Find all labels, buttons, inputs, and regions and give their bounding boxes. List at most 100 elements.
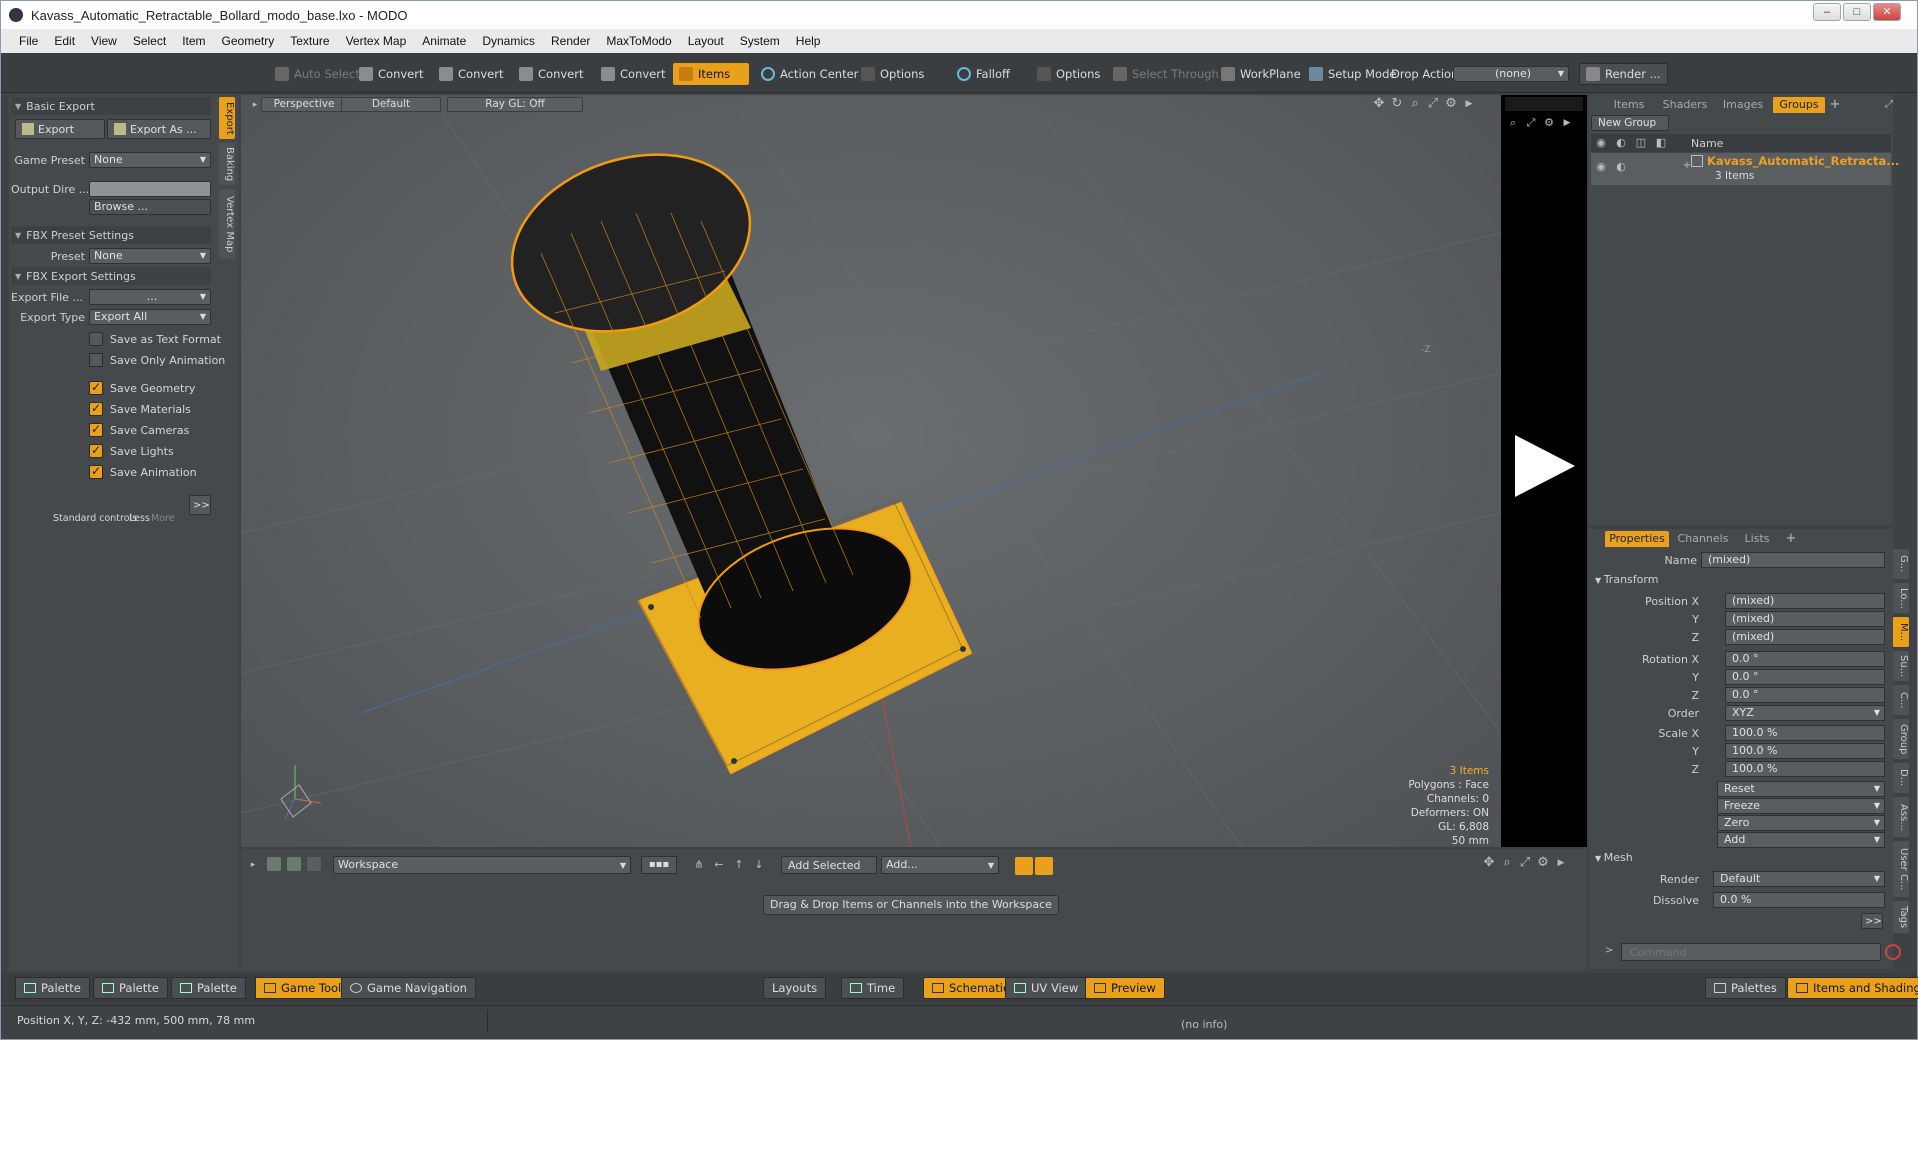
save-geometry-checkbox[interactable] xyxy=(89,380,103,395)
save-text-checkbox[interactable] xyxy=(89,332,103,346)
record-macro-icon[interactable] xyxy=(1885,944,1901,960)
expand-props-button[interactable]: >> xyxy=(1861,913,1883,929)
preset-dropdown[interactable]: None ▼ xyxy=(89,248,211,264)
tab-shaders[interactable]: Shaders xyxy=(1657,97,1713,113)
3d-viewport[interactable]: ▸ Perspective Default Ray GL: Off ✥ ↻ ⌕ … xyxy=(241,95,1501,847)
mesh-header[interactable]: ▼ Mesh xyxy=(1595,851,1633,864)
render-dropdown[interactable]: Default ▼ xyxy=(1713,871,1885,887)
tab-images[interactable]: Images xyxy=(1717,97,1769,113)
convert-button-2[interactable]: Convert xyxy=(433,63,509,85)
save-materials-checkbox[interactable] xyxy=(89,401,103,416)
side-tab-tags[interactable]: Tags xyxy=(1893,901,1909,933)
items-mode-button[interactable]: Items xyxy=(673,63,749,85)
side-tab-lo[interactable]: Lo... xyxy=(1893,583,1909,613)
render-toggle-icon[interactable]: ◐ xyxy=(1613,135,1629,151)
expand-controls-button[interactable]: >> xyxy=(189,495,211,515)
save-cameras-checkbox[interactable] xyxy=(89,422,103,437)
side-tab-d[interactable]: D... xyxy=(1893,763,1909,793)
less-link[interactable]: Less xyxy=(129,513,150,524)
workspace-zoom-icon[interactable]: ⌕ xyxy=(1499,855,1515,871)
tab-export[interactable]: Export xyxy=(219,97,235,139)
schematic-tool3-icon[interactable] xyxy=(307,857,321,871)
side-tab-user-c[interactable]: User C... xyxy=(1893,841,1909,897)
rotate-view-icon[interactable]: ↻ xyxy=(1389,96,1405,112)
minimize-button[interactable]: – xyxy=(1813,3,1841,21)
arrow-left-icon[interactable]: ← xyxy=(711,857,727,873)
export-file-dropdown[interactable]: ... ▼ xyxy=(89,289,211,305)
lock-icon[interactable]: ◫ xyxy=(1633,135,1649,151)
viewport-more-icon[interactable]: ▶ xyxy=(1461,96,1477,112)
play-icon[interactable] xyxy=(1509,431,1579,501)
action-center-button[interactable]: Action Center xyxy=(755,63,864,85)
add-node-dropdown[interactable]: Add... ▼ xyxy=(881,856,999,874)
palette-button-3[interactable]: Palette xyxy=(171,977,246,999)
menu-geometry[interactable]: Geometry xyxy=(214,34,283,48)
menu-edit[interactable]: Edit xyxy=(46,34,83,48)
tree-layout-icon[interactable]: ⋔ xyxy=(691,857,707,873)
scale-y-field[interactable]: 100.0 % xyxy=(1725,743,1885,759)
basic-export-header[interactable]: ▼ Basic Export xyxy=(11,97,211,115)
palettes-button[interactable]: Palettes xyxy=(1705,977,1786,999)
workspace-dropdown[interactable]: Workspace ▼ xyxy=(333,856,631,874)
menu-system[interactable]: System xyxy=(732,34,788,48)
tab-groups[interactable]: Groups xyxy=(1773,97,1825,113)
order-dropdown[interactable]: XYZ ▼ xyxy=(1725,705,1885,721)
time-button[interactable]: Time xyxy=(841,977,905,999)
rotation-y-field[interactable]: 0.0 ° xyxy=(1725,669,1885,685)
default-shading-button[interactable]: Default xyxy=(341,97,441,112)
schematic-tool-icon[interactable] xyxy=(267,857,281,871)
select-through-button[interactable]: Select Through xyxy=(1107,63,1225,85)
menu-vertex-map[interactable]: Vertex Map xyxy=(338,34,415,48)
tab-channels[interactable]: Channels xyxy=(1673,531,1733,547)
menu-maxtomodo[interactable]: MaxToModo xyxy=(598,34,679,48)
tab-baking[interactable]: Baking xyxy=(219,143,235,185)
export-as-button[interactable]: Export As ... xyxy=(107,119,211,139)
convert-button-1[interactable]: Convert xyxy=(353,63,429,85)
rotation-x-field[interactable]: 0.0 ° xyxy=(1725,651,1885,667)
convert-button-4[interactable]: Convert xyxy=(595,63,671,85)
workspace-menu-icon[interactable]: ▸ xyxy=(245,857,261,873)
arrow-up-icon[interactable]: ↑ xyxy=(731,857,747,873)
game-navigation-button[interactable]: Game Navigation xyxy=(341,977,476,999)
export-type-dropdown[interactable]: Export All ▼ xyxy=(89,309,211,325)
viewport-gear-icon[interactable]: ⚙ xyxy=(1443,96,1459,112)
render-button[interactable]: Render ... xyxy=(1579,63,1668,85)
palette-button-1[interactable]: Palette xyxy=(15,977,90,999)
auto-select-button[interactable]: Auto Select xyxy=(269,63,366,85)
more-link[interactable]: More xyxy=(151,513,175,524)
visibility-eye-icon[interactable]: ◉ xyxy=(1593,135,1609,151)
game-preset-dropdown[interactable]: None ▼ xyxy=(89,152,211,168)
workspace-more-icon[interactable]: ▶ xyxy=(1553,855,1569,871)
save-lights-checkbox[interactable] xyxy=(89,443,103,458)
add-prop-tab-icon[interactable]: + xyxy=(1783,531,1799,547)
zero-dropdown[interactable]: Zero ▼ xyxy=(1717,815,1885,831)
name-field[interactable]: (mixed) xyxy=(1701,552,1885,568)
move-view-icon[interactable]: ✥ xyxy=(1371,96,1387,112)
side-tab-ass[interactable]: Ass... xyxy=(1893,797,1909,837)
side-tab-c[interactable]: C... xyxy=(1893,685,1909,715)
palette-button-2[interactable]: Palette xyxy=(93,977,168,999)
side-tab-g[interactable]: G... xyxy=(1893,549,1909,579)
preview-zoom-icon[interactable]: ⌕ xyxy=(1505,115,1521,131)
position-x-field[interactable]: (mixed) xyxy=(1725,593,1885,609)
uv-view-button[interactable]: UV View xyxy=(1005,977,1088,999)
workspace-gear-icon[interactable]: ⚙ xyxy=(1535,855,1551,871)
fit-view-icon[interactable]: ⤢ xyxy=(1425,96,1441,112)
scale-z-field[interactable]: 100.0 % xyxy=(1725,761,1885,777)
menu-dynamics[interactable]: Dynamics xyxy=(474,34,543,48)
output-dir-field[interactable] xyxy=(89,181,211,197)
browse-button[interactable]: Browse ... xyxy=(89,199,211,215)
save-only-anim-checkbox[interactable] xyxy=(89,353,103,367)
workspace-fit-icon[interactable]: ⤢ xyxy=(1517,855,1533,871)
side-tab-m[interactable]: M... xyxy=(1893,617,1909,647)
options-button-1[interactable]: Options xyxy=(855,63,930,85)
tab-vertex-map[interactable]: Vertex Map xyxy=(219,189,235,259)
transform-header[interactable]: ▼ Transform xyxy=(1595,573,1658,586)
fbx-export-header[interactable]: ▼ FBX Export Settings xyxy=(11,267,211,285)
falloff-button[interactable]: Falloff xyxy=(951,63,1016,85)
drop-action-dropdown[interactable]: (none) ▼ xyxy=(1453,66,1569,82)
convert-button-3[interactable]: Convert xyxy=(513,63,589,85)
add-tab-icon[interactable]: + xyxy=(1827,97,1843,113)
group-visibility-icon[interactable]: ◉ xyxy=(1593,159,1609,175)
fbx-preset-header[interactable]: ▼ FBX Preset Settings xyxy=(11,226,211,244)
